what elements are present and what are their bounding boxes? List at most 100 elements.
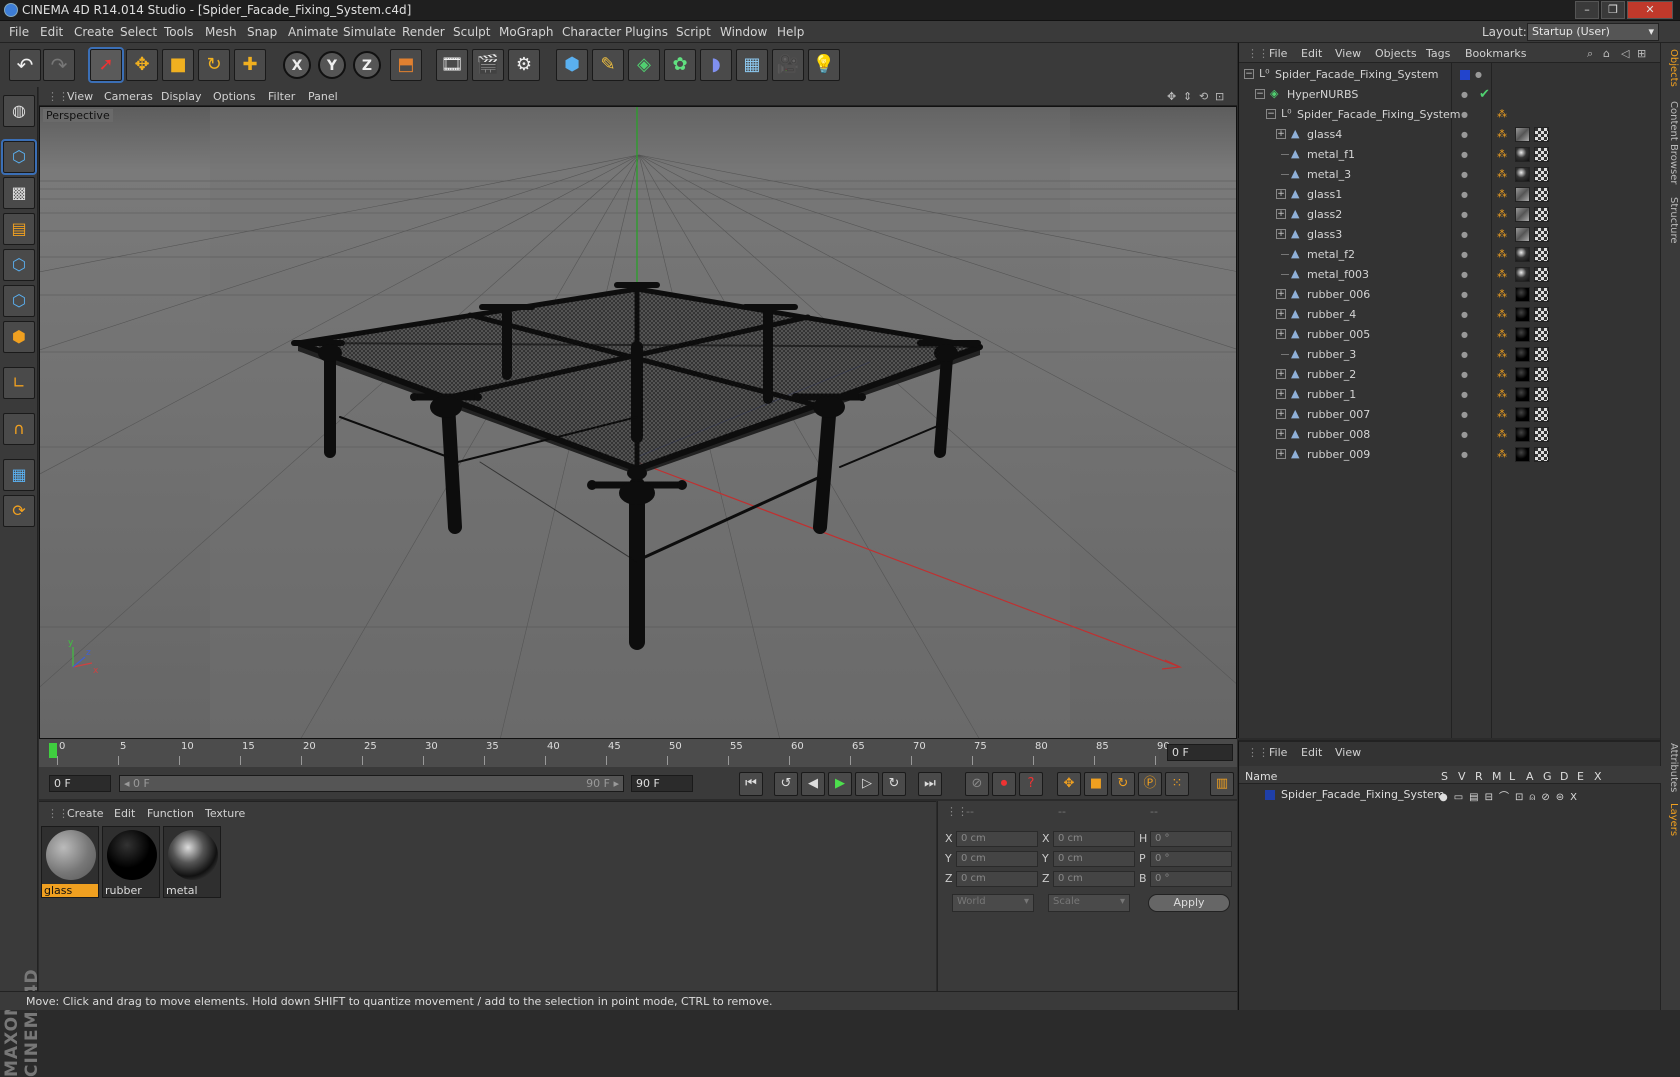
current-frame-field[interactable]: 0 F [1167, 744, 1233, 761]
visibility-dots[interactable]: ● [1461, 310, 1470, 319]
visibility-dots[interactable]: ● [1461, 210, 1470, 219]
polygons-mode-icon[interactable]: ⬢ [3, 321, 35, 353]
layer-menu-view[interactable]: View [1335, 746, 1361, 759]
uvw-tag-icon[interactable] [1534, 427, 1549, 442]
object-row-rubber-1[interactable]: + ▲ rubber_1 ● ⁂ [1239, 385, 1661, 405]
rotation-b-field[interactable]: 0 ° [1150, 871, 1232, 887]
object-menu-objects[interactable]: Objects [1375, 47, 1417, 60]
object-row-glass3[interactable]: + ▲ glass3 ● ⁂ [1239, 225, 1661, 245]
phong-tag-icon[interactable]: ⁂ [1497, 349, 1507, 360]
collapse-icon[interactable]: − [1266, 109, 1276, 119]
tab-content-browser[interactable]: Content Browser [1663, 101, 1679, 184]
cube-icon[interactable]: ⬢ [556, 49, 588, 81]
timeline-ruler[interactable]: 0 5 10 15 20 25 30 35 40 45 50 55 60 65 70 75 80 85 90 0 F [39, 739, 1237, 767]
light-icon[interactable]: 💡 [808, 49, 840, 81]
menu-edit[interactable]: Edit [40, 25, 63, 39]
array-icon[interactable]: ✿ [664, 49, 696, 81]
phong-tag-icon[interactable]: ⁂ [1497, 369, 1507, 380]
tab-structure[interactable]: Structure [1663, 197, 1679, 244]
start-frame-field[interactable]: 0 F [49, 775, 111, 792]
visibility-dots[interactable]: ● [1461, 150, 1470, 159]
material-tag-rubber[interactable] [1515, 407, 1530, 422]
material-glass[interactable]: glass [41, 826, 99, 898]
key-position-icon[interactable]: ✥ [1057, 772, 1081, 796]
phong-tag-icon[interactable]: ⁂ [1497, 109, 1507, 120]
uvw-tag-icon[interactable] [1534, 167, 1549, 182]
phong-tag-icon[interactable]: ⁂ [1497, 149, 1507, 160]
material-menu-edit[interactable]: Edit [114, 807, 135, 820]
tab-layers[interactable]: Layers [1663, 803, 1679, 836]
coord-system-dropdown[interactable]: World ▾ [952, 894, 1034, 912]
uvw-tag-icon[interactable] [1534, 327, 1549, 342]
object-menu-tags[interactable]: Tags [1426, 47, 1450, 60]
render-view-icon[interactable]: 🎞 [436, 49, 468, 81]
phong-tag-icon[interactable]: ⁂ [1497, 449, 1507, 460]
uvw-tag-icon[interactable] [1534, 367, 1549, 382]
visibility-dots[interactable]: ● [1461, 270, 1470, 279]
layer-flag-header[interactable]: S [1441, 770, 1448, 783]
phong-tag-icon[interactable]: ⁂ [1497, 169, 1507, 180]
minimize-button[interactable]: – [1575, 1, 1599, 19]
material-tag-rubber[interactable] [1515, 307, 1530, 322]
uvw-tag-icon[interactable] [1534, 287, 1549, 302]
uvw-tag-icon[interactable] [1534, 207, 1549, 222]
layout-dropdown[interactable]: Startup (User) ▾ [1527, 23, 1659, 41]
expand-icon[interactable]: + [1276, 309, 1286, 319]
layer-flag-header[interactable]: L [1509, 770, 1515, 783]
apply-button[interactable]: Apply [1148, 894, 1230, 912]
object-row-metal-f1[interactable]: ▲ metal_f1 ● ⁂ [1239, 145, 1661, 165]
phong-tag-icon[interactable]: ⁂ [1497, 429, 1507, 440]
visibility-dots[interactable]: ● [1461, 410, 1470, 419]
viewport-maximize-icon[interactable]: ⊡ [1215, 90, 1224, 103]
layer-menu-file[interactable]: File [1269, 746, 1287, 759]
material-tag-glass[interactable] [1515, 127, 1530, 142]
scroll-icon[interactable]: ◁ [1621, 47, 1629, 60]
model-mode-icon[interactable]: ⬡ [1, 139, 37, 175]
menu-simulate[interactable]: Simulate [343, 25, 396, 39]
uvw-tag-icon[interactable] [1534, 247, 1549, 262]
uvw-tag-icon[interactable] [1534, 127, 1549, 142]
viewport-menu-cameras[interactable]: Cameras [104, 90, 153, 103]
rotation-h-field[interactable]: 0 ° [1150, 831, 1232, 847]
collapse-icon[interactable]: − [1255, 89, 1265, 99]
maximize-button[interactable]: ❐ [1601, 1, 1625, 19]
menu-character[interactable]: Character [562, 25, 621, 39]
material-tag-glass[interactable] [1515, 187, 1530, 202]
expand-icon[interactable]: + [1276, 449, 1286, 459]
menu-file[interactable]: File [9, 25, 29, 39]
magnet-icon[interactable]: ∩ [3, 413, 35, 445]
layer-color-swatch[interactable] [1460, 70, 1470, 80]
phong-tag-icon[interactable]: ⁂ [1497, 389, 1507, 400]
object-row-metal-3[interactable]: ▲ metal_3 ● ⁂ [1239, 165, 1661, 185]
visibility-dots[interactable]: ● [1461, 390, 1470, 399]
edit-render-settings-icon[interactable]: ⚙ [508, 49, 540, 81]
object-row-metal-f003[interactable]: ▲ metal_f003 ● ⁂ [1239, 265, 1661, 285]
expand-icon[interactable]: + [1276, 189, 1286, 199]
material-metal[interactable]: metal [163, 826, 221, 898]
viewport-zoom-icon[interactable]: ⇕ [1183, 90, 1192, 103]
z-axis-icon[interactable]: Z [353, 51, 381, 79]
go-to-start-icon[interactable]: ⏮ [739, 772, 763, 796]
expand-icon[interactable]: + [1276, 409, 1286, 419]
menu-select[interactable]: Select [120, 25, 157, 39]
material-tag-rubber[interactable] [1515, 327, 1530, 342]
expand-icon[interactable]: + [1276, 329, 1286, 339]
object-row-rubber-008[interactable]: + ▲ rubber_008 ● ⁂ [1239, 425, 1661, 445]
layer-flag-header[interactable]: E [1577, 770, 1584, 783]
points-mode-icon[interactable]: ⬡ [3, 249, 35, 281]
object-row-glass1[interactable]: + ▲ glass1 ● ⁂ [1239, 185, 1661, 205]
viewport-menu-filter[interactable]: Filter [268, 90, 295, 103]
menu-mesh[interactable]: Mesh [205, 25, 237, 39]
layer-flag-header[interactable]: D [1560, 770, 1568, 783]
menu-window[interactable]: Window [720, 25, 767, 39]
coordinate-system-icon[interactable]: ⬒ [390, 49, 422, 81]
visibility-dots[interactable]: ● [1461, 90, 1470, 99]
menu-animate[interactable]: Animate [288, 25, 338, 39]
material-tag-rubber[interactable] [1515, 347, 1530, 362]
object-row-rubber-2[interactable]: + ▲ rubber_2 ● ⁂ [1239, 365, 1661, 385]
material-tag-glass[interactable] [1515, 227, 1530, 242]
layer-menu-edit[interactable]: Edit [1301, 746, 1322, 759]
collapse-icon[interactable]: − [1244, 69, 1254, 79]
viewport-menu-options[interactable]: Options [213, 90, 255, 103]
layer-flag-header[interactable]: R [1475, 770, 1483, 783]
